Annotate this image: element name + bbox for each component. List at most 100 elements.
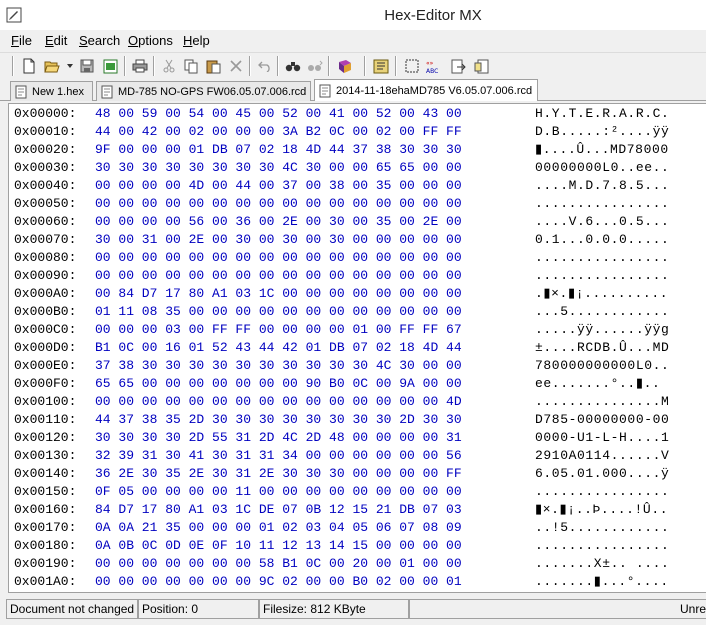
row-ascii[interactable]: D785-00000000-00: [535, 411, 669, 429]
row-ascii[interactable]: ................: [535, 195, 669, 213]
paste-icon[interactable]: [203, 56, 223, 76]
row-hex-bytes[interactable]: 32 39 31 30 41 30 31 31 34 00 00 00 00 0…: [95, 447, 462, 465]
hex-row[interactable]: 0x00130: 32 39 31 30 41 30 31 31 34 00 00…: [9, 447, 706, 465]
print-icon[interactable]: [130, 56, 150, 76]
menu-edit[interactable]: Edit: [45, 33, 67, 48]
row-hex-bytes[interactable]: 00 00 00 00 00 00 00 9C 02 00 00 B0 02 0…: [95, 573, 462, 591]
cut-icon[interactable]: [159, 56, 179, 76]
menu-file[interactable]: File: [11, 33, 32, 48]
hex-row[interactable]: 0x00070: 30 00 31 00 2E 00 30 00 30 00 30…: [9, 231, 706, 249]
hex-row[interactable]: 0x00110: 44 37 38 35 2D 30 30 30 30 30 30…: [9, 411, 706, 429]
row-hex-bytes[interactable]: 30 30 30 30 2D 55 31 2D 4C 2D 48 00 00 0…: [95, 429, 462, 447]
hex-editor-view[interactable]: 0x00000: 48 00 59 00 54 00 45 00 52 00 41…: [8, 103, 706, 593]
row-hex-bytes[interactable]: 36 2E 30 35 2E 30 31 2E 30 30 30 00 00 0…: [95, 465, 462, 483]
row-hex-bytes[interactable]: 01 11 08 35 00 00 00 00 00 00 00 00 00 0…: [95, 303, 462, 321]
row-ascii[interactable]: ±....RCDB.Û...MD: [535, 339, 669, 357]
import-icon[interactable]: [471, 56, 491, 76]
row-ascii[interactable]: 6.05.01.000....ÿ: [535, 465, 669, 483]
hex-row[interactable]: 0x00090: 00 00 00 00 00 00 00 00 00 00 00…: [9, 267, 706, 285]
row-ascii[interactable]: ................: [535, 483, 669, 501]
menu-options[interactable]: Options: [128, 33, 173, 48]
hex-row[interactable]: 0x000F0: 65 65 00 00 00 00 00 00 00 90 B0…: [9, 375, 706, 393]
hex-row[interactable]: 0x000D0: B1 0C 00 16 01 52 43 44 42 01 DB…: [9, 339, 706, 357]
hex-row[interactable]: 0x00150: 0F 05 00 00 00 00 11 00 00 00 00…: [9, 483, 706, 501]
select-icon[interactable]: [402, 56, 422, 76]
hex-row[interactable]: 0x00190: 00 00 00 00 00 00 00 58 B1 0C 00…: [9, 555, 706, 573]
row-ascii[interactable]: ee.......°..▮..: [535, 375, 660, 393]
row-ascii[interactable]: .......▮...°....: [535, 573, 669, 591]
row-hex-bytes[interactable]: 00 00 00 00 00 00 00 00 00 00 00 00 00 0…: [95, 393, 462, 411]
row-ascii[interactable]: ....M.D.7.8.5...: [535, 177, 669, 195]
row-ascii[interactable]: .▮×.▮¡..........: [535, 285, 668, 303]
row-ascii[interactable]: 2910A0114......V: [535, 447, 669, 465]
tab-md-785-no-gps[interactable]: MD-785 NO-GPS FW06.05.07.006.rcd: [96, 81, 311, 101]
row-ascii[interactable]: ...5............: [535, 303, 669, 321]
hex-row[interactable]: 0x00060: 00 00 00 00 56 00 36 00 2E 00 30…: [9, 213, 706, 231]
hex-row[interactable]: 0x00100: 00 00 00 00 00 00 00 00 00 00 00…: [9, 393, 706, 411]
row-ascii[interactable]: .......X±.. ....: [535, 555, 669, 573]
row-hex-bytes[interactable]: 00 84 D7 17 80 A1 03 1C 00 00 00 00 00 0…: [95, 285, 462, 303]
hex-row[interactable]: 0x001A0: 00 00 00 00 00 00 00 9C 02 00 00…: [9, 573, 706, 591]
row-hex-bytes[interactable]: 00 00 00 00 56 00 36 00 2E 00 30 00 35 0…: [95, 213, 462, 231]
row-hex-bytes[interactable]: B1 0C 00 16 01 52 43 44 42 01 DB 07 02 1…: [95, 339, 462, 357]
save-all-icon[interactable]: [100, 56, 120, 76]
open-icon[interactable]: [42, 56, 62, 76]
new-icon[interactable]: [19, 56, 39, 76]
row-ascii[interactable]: ................: [535, 537, 669, 555]
export-icon[interactable]: [448, 56, 468, 76]
row-hex-bytes[interactable]: 37 38 30 30 30 30 30 30 30 30 30 30 4C 3…: [95, 357, 462, 375]
row-hex-bytes[interactable]: 0A 0B 0C 0D 0E 0F 10 11 12 13 14 15 00 0…: [95, 537, 462, 555]
encoding-icon[interactable]: «» ABC: [424, 56, 444, 76]
menu-help[interactable]: Help: [183, 33, 210, 48]
row-hex-bytes[interactable]: 00 00 00 03 00 FF FF 00 00 00 00 01 00 F…: [95, 321, 462, 339]
row-hex-bytes[interactable]: 00 00 00 00 00 00 00 58 B1 0C 00 20 00 0…: [95, 555, 462, 573]
row-hex-bytes[interactable]: 44 37 38 35 2D 30 30 30 30 30 30 30 30 2…: [95, 411, 462, 429]
tab-2014-11-18-md785[interactable]: 2014-11-18ehaMD785 V6.05.07.006.rcd: [314, 79, 538, 101]
row-hex-bytes[interactable]: 30 30 30 30 30 30 30 30 4C 30 00 00 65 6…: [95, 159, 462, 177]
find-icon[interactable]: [283, 56, 303, 76]
hex-row[interactable]: 0x00050: 00 00 00 00 00 00 00 00 00 00 00…: [9, 195, 706, 213]
hex-row[interactable]: 0x000A0: 00 84 D7 17 80 A1 03 1C 00 00 00…: [9, 285, 706, 303]
row-ascii[interactable]: .....ÿÿ......ÿÿg: [535, 321, 669, 339]
menu-search[interactable]: Search: [79, 33, 120, 48]
hex-row[interactable]: 0x00120: 30 30 30 30 2D 55 31 2D 4C 2D 48…: [9, 429, 706, 447]
row-hex-bytes[interactable]: 65 65 00 00 00 00 00 00 00 90 B0 0C 00 9…: [95, 375, 462, 393]
row-ascii[interactable]: D.B.....:²....ÿÿ: [535, 123, 669, 141]
row-ascii[interactable]: ................: [535, 249, 669, 267]
hex-row[interactable]: 0x00000: 48 00 59 00 54 00 45 00 52 00 41…: [9, 105, 706, 123]
row-ascii[interactable]: ▮×.▮¡..Þ....!Û..: [535, 501, 668, 519]
row-ascii[interactable]: ▮....Û...MD78000: [535, 141, 669, 159]
hex-row[interactable]: 0x00040: 00 00 00 00 4D 00 44 00 37 00 38…: [9, 177, 706, 195]
hex-row[interactable]: 0x00020: 9F 00 00 00 01 DB 07 02 18 4D 44…: [9, 141, 706, 159]
row-hex-bytes[interactable]: 00 00 00 00 00 00 00 00 00 00 00 00 00 0…: [95, 195, 462, 213]
row-ascii[interactable]: ....V.6...0.5...: [535, 213, 669, 231]
row-hex-bytes[interactable]: 00 00 00 00 4D 00 44 00 37 00 38 00 35 0…: [95, 177, 462, 195]
copy-icon[interactable]: [181, 56, 201, 76]
row-ascii[interactable]: 00000000L0..ee..: [535, 159, 669, 177]
find-next-icon[interactable]: [305, 56, 325, 76]
row-ascii[interactable]: ...............M: [535, 393, 669, 411]
row-hex-bytes[interactable]: 9F 00 00 00 01 DB 07 02 18 4D 44 37 38 3…: [95, 141, 462, 159]
row-ascii[interactable]: ..!5............: [535, 519, 669, 537]
row-hex-bytes[interactable]: 0A 0A 21 35 00 00 00 01 02 03 04 05 06 0…: [95, 519, 462, 537]
row-hex-bytes[interactable]: 48 00 59 00 54 00 45 00 52 00 41 00 52 0…: [95, 105, 462, 123]
delete-icon[interactable]: [226, 56, 246, 76]
row-ascii[interactable]: 0.1...0.0.0.....: [535, 231, 669, 249]
hex-row[interactable]: 0x000E0: 37 38 30 30 30 30 30 30 30 30 30…: [9, 357, 706, 375]
row-ascii[interactable]: H.Y.T.E.R.A.R.C.: [535, 105, 669, 123]
hex-row[interactable]: 0x00160: 84 D7 17 80 A1 03 1C DE 07 0B 12…: [9, 501, 706, 519]
row-hex-bytes[interactable]: 30 00 31 00 2E 00 30 00 30 00 30 00 00 0…: [95, 231, 462, 249]
row-ascii[interactable]: 780000000000L0..: [535, 357, 669, 375]
hex-row[interactable]: 0x00030: 30 30 30 30 30 30 30 30 4C 30 00…: [9, 159, 706, 177]
undo-icon[interactable]: [255, 56, 275, 76]
hex-row[interactable]: 0x00170: 0A 0A 21 35 00 00 00 01 02 03 04…: [9, 519, 706, 537]
row-hex-bytes[interactable]: 44 00 42 00 02 00 00 00 3A B2 0C 00 02 0…: [95, 123, 462, 141]
hex-row[interactable]: 0x00180: 0A 0B 0C 0D 0E 0F 10 11 12 13 14…: [9, 537, 706, 555]
bookmark-icon[interactable]: [335, 56, 355, 76]
hex-row[interactable]: 0x00080: 00 00 00 00 00 00 00 00 00 00 00…: [9, 249, 706, 267]
hex-row[interactable]: 0x000B0: 01 11 08 35 00 00 00 00 00 00 00…: [9, 303, 706, 321]
hex-row[interactable]: 0x00140: 36 2E 30 35 2E 30 31 2E 30 30 30…: [9, 465, 706, 483]
row-hex-bytes[interactable]: 00 00 00 00 00 00 00 00 00 00 00 00 00 0…: [95, 249, 462, 267]
tab-new-1-hex[interactable]: New 1.hex: [10, 81, 93, 101]
row-ascii[interactable]: ................: [535, 267, 669, 285]
